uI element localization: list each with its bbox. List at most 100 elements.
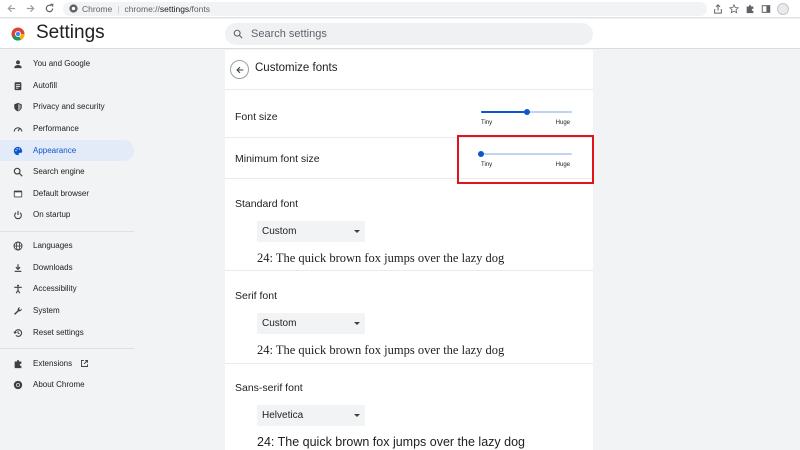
sidebar-item-search-engine[interactable]: Search engine — [0, 161, 134, 182]
highlight-box — [457, 135, 594, 184]
profile-avatar[interactable] — [777, 2, 789, 15]
reload-button[interactable] — [41, 1, 57, 17]
select-value: Helvetica — [262, 410, 304, 421]
sidebar-item-label: You and Google — [33, 59, 91, 68]
back-button[interactable] — [230, 60, 249, 79]
sidebar-item-label: On startup — [33, 210, 71, 219]
sidebar-item-default-browser[interactable]: Default browser — [0, 183, 134, 204]
chrome-logo-icon — [11, 27, 25, 41]
sidebar-item-downloads[interactable]: Downloads — [0, 257, 134, 278]
sidebar-item-you-and-google[interactable]: You and Google — [0, 53, 134, 74]
reload-icon — [45, 3, 53, 13]
card-header: Customize fonts — [225, 50, 593, 90]
card-title: Customize fonts — [255, 62, 338, 74]
power-icon — [12, 209, 23, 220]
search-input[interactable] — [251, 28, 571, 40]
chrome-logo-icon — [69, 4, 78, 13]
sidebar-item-performance[interactable]: Performance — [0, 118, 134, 139]
share-icon[interactable] — [713, 3, 723, 14]
sidebar-item-on-startup[interactable]: On startup — [0, 204, 134, 225]
page-title: Settings — [36, 22, 105, 43]
sidebar-item-label: Privacy and security — [33, 102, 105, 111]
sidebar-item-privacy-and-security[interactable]: Privacy and security — [0, 96, 134, 117]
settings-header: Settings — [0, 19, 800, 49]
sidebar-item-label: Reset settings — [33, 328, 84, 337]
caret-down-icon — [354, 322, 360, 325]
sidebar-item-autofill[interactable]: Autofill — [0, 75, 134, 96]
select-value: Custom — [262, 226, 297, 237]
standard-font-section: Standard font Custom 24: The quick brown… — [225, 180, 593, 271]
sidebar-item-reset-settings[interactable]: Reset settings — [0, 322, 134, 343]
url-path: settings — [159, 3, 190, 14]
settings-search[interactable] — [225, 23, 593, 45]
sidebar-divider — [0, 348, 134, 349]
puzzle-icon — [12, 358, 23, 369]
sans-serif-font-select[interactable]: Helvetica — [257, 405, 365, 426]
arrow-right-icon — [26, 4, 35, 13]
serif-font-section: Serif font Custom 24: The quick brown fo… — [225, 272, 593, 364]
clipboard-icon — [12, 80, 23, 91]
sidebar-item-label: About Chrome — [33, 380, 85, 389]
standard-font-label: Standard font — [235, 198, 299, 210]
standard-font-sample: 24: The quick brown fox jumps over the l… — [257, 251, 505, 265]
sidebar-item-accessibility[interactable]: Accessibility — [0, 278, 134, 299]
sidebar-item-label: Default browser — [33, 189, 90, 198]
arrow-left-icon — [6, 4, 15, 13]
settings-sidebar: You and Google Autofill Privacy and secu… — [0, 50, 140, 450]
sidebar-item-label: Performance — [33, 124, 79, 133]
url-prefix: chrome:// — [124, 3, 160, 14]
forward-nav-button[interactable] — [22, 1, 38, 17]
sidebar-item-languages[interactable]: Languages — [0, 235, 134, 256]
serif-font-sample: 24: The quick brown fox jumps over the l… — [257, 343, 505, 357]
external-link-icon — [81, 360, 89, 367]
wrench-icon — [12, 305, 23, 316]
browser-window-icon — [12, 188, 23, 199]
palette-icon — [12, 145, 23, 156]
person-icon — [12, 58, 23, 69]
accessibility-icon — [12, 283, 23, 294]
sans-serif-font-label: Sans-serif font — [235, 382, 303, 394]
site-label: Chrome — [82, 3, 113, 14]
sans-serif-font-section: Sans-serif font Helvetica 24: The quick … — [225, 365, 593, 450]
serif-font-label: Serif font — [235, 290, 278, 302]
shield-icon — [12, 101, 23, 112]
sidebar-item-about-chrome[interactable]: About Chrome — [0, 374, 134, 395]
sidebar-item-label: Languages — [33, 241, 73, 250]
slider-max-label: Huge — [555, 120, 570, 126]
sidebar-item-appearance[interactable]: Appearance — [0, 140, 134, 161]
sidebar-item-system[interactable]: System — [0, 300, 134, 321]
download-icon — [12, 262, 23, 273]
address-bar[interactable]: Chrome | chrome://settings/fonts — [63, 1, 707, 16]
search-icon — [12, 166, 23, 177]
minimum-font-size-label: Minimum font size — [235, 153, 320, 165]
back-nav-button[interactable] — [3, 1, 19, 17]
select-value: Custom — [262, 318, 297, 329]
slider-min-label: Tiny — [481, 120, 493, 126]
history-icon — [12, 327, 23, 338]
sidebar-item-label: Extensions — [33, 359, 73, 368]
standard-font-select[interactable]: Custom — [257, 221, 365, 242]
sidebar-divider — [0, 231, 134, 232]
puzzle-icon[interactable] — [745, 4, 755, 14]
caret-down-icon — [354, 230, 360, 233]
url-suffix: /fonts — [189, 3, 210, 14]
star-icon[interactable] — [729, 3, 739, 14]
arrow-left-icon — [235, 66, 243, 73]
sidebar-item-label: Autofill — [33, 81, 58, 90]
font-size-slider[interactable]: Tiny Huge — [481, 108, 574, 132]
sidebar-item-label: System — [33, 306, 60, 315]
search-icon — [233, 29, 243, 39]
sidebar-item-label: Downloads — [33, 263, 73, 272]
side-panel-icon[interactable] — [761, 4, 771, 14]
sidebar-item-label: Appearance — [33, 146, 77, 155]
sidebar-item-label: Search engine — [33, 167, 85, 176]
slider-thumb[interactable] — [523, 109, 530, 115]
customize-fonts-card: Customize fonts Font size Tiny Huge Mini… — [225, 50, 593, 450]
slider-fill — [481, 111, 527, 113]
globe-icon — [12, 240, 23, 251]
sidebar-item-label: Accessibility — [33, 284, 77, 293]
serif-font-select[interactable]: Custom — [257, 313, 365, 334]
sidebar-item-extensions[interactable]: Extensions — [0, 353, 134, 374]
sans-serif-font-sample: 24: The quick brown fox jumps over the l… — [257, 435, 525, 449]
font-size-row: Font size Tiny Huge — [225, 95, 593, 138]
